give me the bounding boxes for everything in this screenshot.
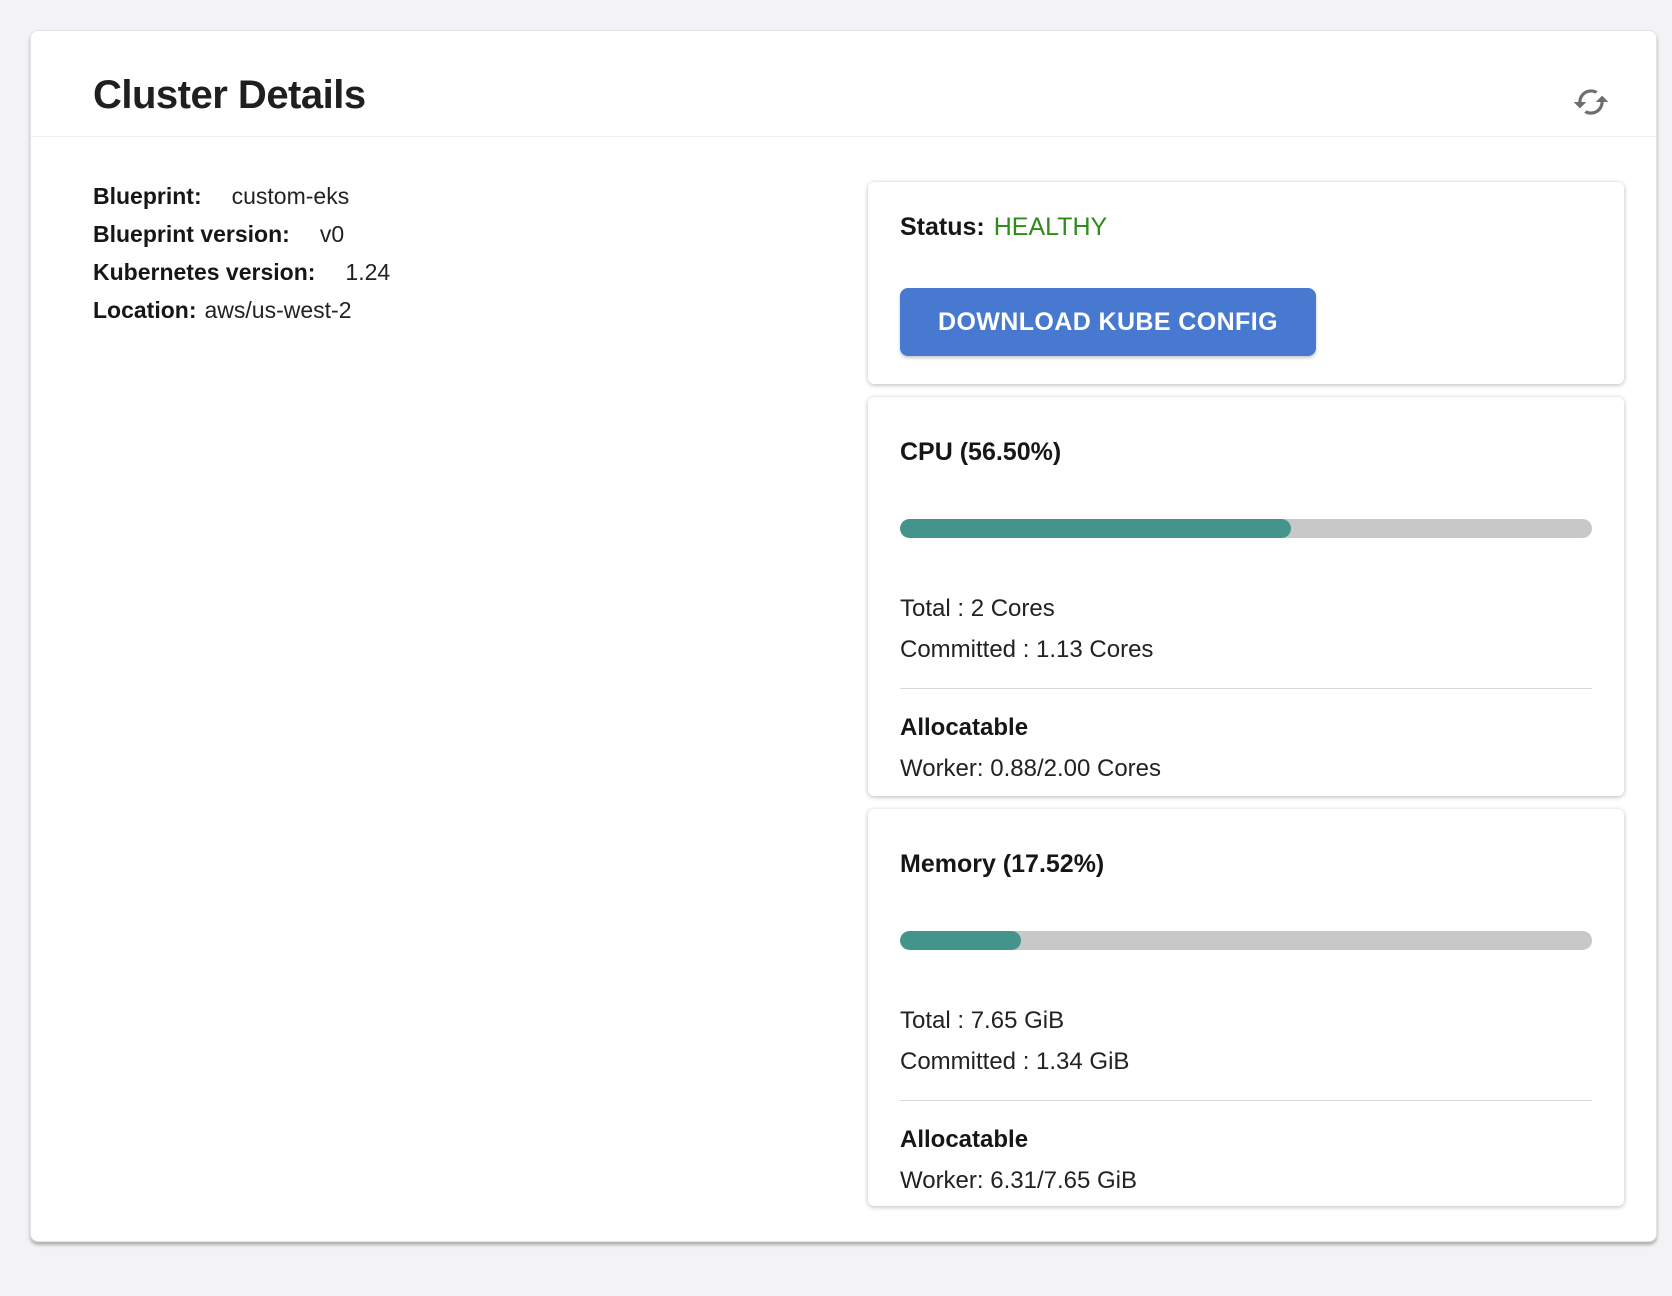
location-label: Location: (93, 297, 197, 323)
memory-card: Memory (17.52%) Total : 7.65 GiB Committ… (868, 809, 1624, 1206)
blueprint-version-value: v0 (320, 221, 344, 247)
status-card: Status: HEALTHY DOWNLOAD KUBE CONFIG (868, 182, 1624, 384)
cpu-committed: Committed : 1.13 Cores (900, 629, 1592, 670)
location-value: aws/us-west-2 (205, 297, 352, 323)
memory-usage-lines: Total : 7.65 GiB Committed : 1.34 GiB (900, 1000, 1592, 1082)
status-line: Status: HEALTHY (900, 212, 1592, 242)
detail-row-blueprint: Blueprint: custom-eks (93, 185, 868, 208)
cluster-attributes: Blueprint: custom-eks Blueprint version: v… (93, 182, 868, 1206)
cpu-divider (900, 688, 1592, 689)
cpu-total: Total : 2 Cores (900, 588, 1592, 629)
memory-committed: Committed : 1.34 GiB (900, 1041, 1592, 1082)
cpu-title: CPU (56.50%) (900, 437, 1592, 467)
detail-row-location: Location: aws/us-west-2 (93, 299, 868, 322)
cpu-card: CPU (56.50%) Total : 2 Cores Committed :… (868, 397, 1624, 796)
cluster-details-panel: Cluster Details Blueprint: custom-eks Blu… (30, 30, 1657, 1242)
resource-cards-column: Status: HEALTHY DOWNLOAD KUBE CONFIG CPU … (868, 182, 1624, 1206)
memory-title: Memory (17.52%) (900, 849, 1592, 879)
memory-total: Total : 7.65 GiB (900, 1000, 1592, 1041)
panel-body: Blueprint: custom-eks Blueprint version: v… (31, 137, 1656, 1206)
memory-progress-fill (900, 931, 1021, 950)
cpu-usage-lines: Total : 2 Cores Committed : 1.13 Cores (900, 588, 1592, 670)
detail-row-blueprint-version: Blueprint version: v0 (93, 223, 868, 246)
status-label: Status: (900, 213, 985, 241)
panel-title: Cluster Details (93, 73, 366, 117)
detail-row-kubernetes-version: Kubernetes version: 1.24 (93, 261, 868, 284)
blueprint-version-label: Blueprint version: (93, 221, 290, 247)
cpu-progress-track (900, 519, 1592, 538)
blueprint-value: custom-eks (232, 183, 350, 209)
download-kube-config-button[interactable]: DOWNLOAD KUBE CONFIG (900, 288, 1316, 356)
kubernetes-version-value: 1.24 (345, 259, 390, 285)
sync-icon (1572, 83, 1610, 121)
cpu-progress-fill (900, 519, 1291, 538)
memory-worker-allocatable: Worker: 6.31/7.65 GiB (900, 1160, 1592, 1201)
memory-progress-track (900, 931, 1592, 950)
kubernetes-version-label: Kubernetes version: (93, 259, 315, 285)
cpu-worker-allocatable: Worker: 0.88/2.00 Cores (900, 748, 1592, 789)
memory-allocatable-label: Allocatable (900, 1119, 1592, 1160)
panel-header: Cluster Details (31, 31, 1656, 137)
blueprint-label: Blueprint: (93, 183, 202, 209)
status-value: HEALTHY (994, 213, 1107, 241)
memory-divider (900, 1100, 1592, 1101)
cpu-allocatable-label: Allocatable (900, 707, 1592, 748)
refresh-button[interactable] (1568, 79, 1614, 125)
